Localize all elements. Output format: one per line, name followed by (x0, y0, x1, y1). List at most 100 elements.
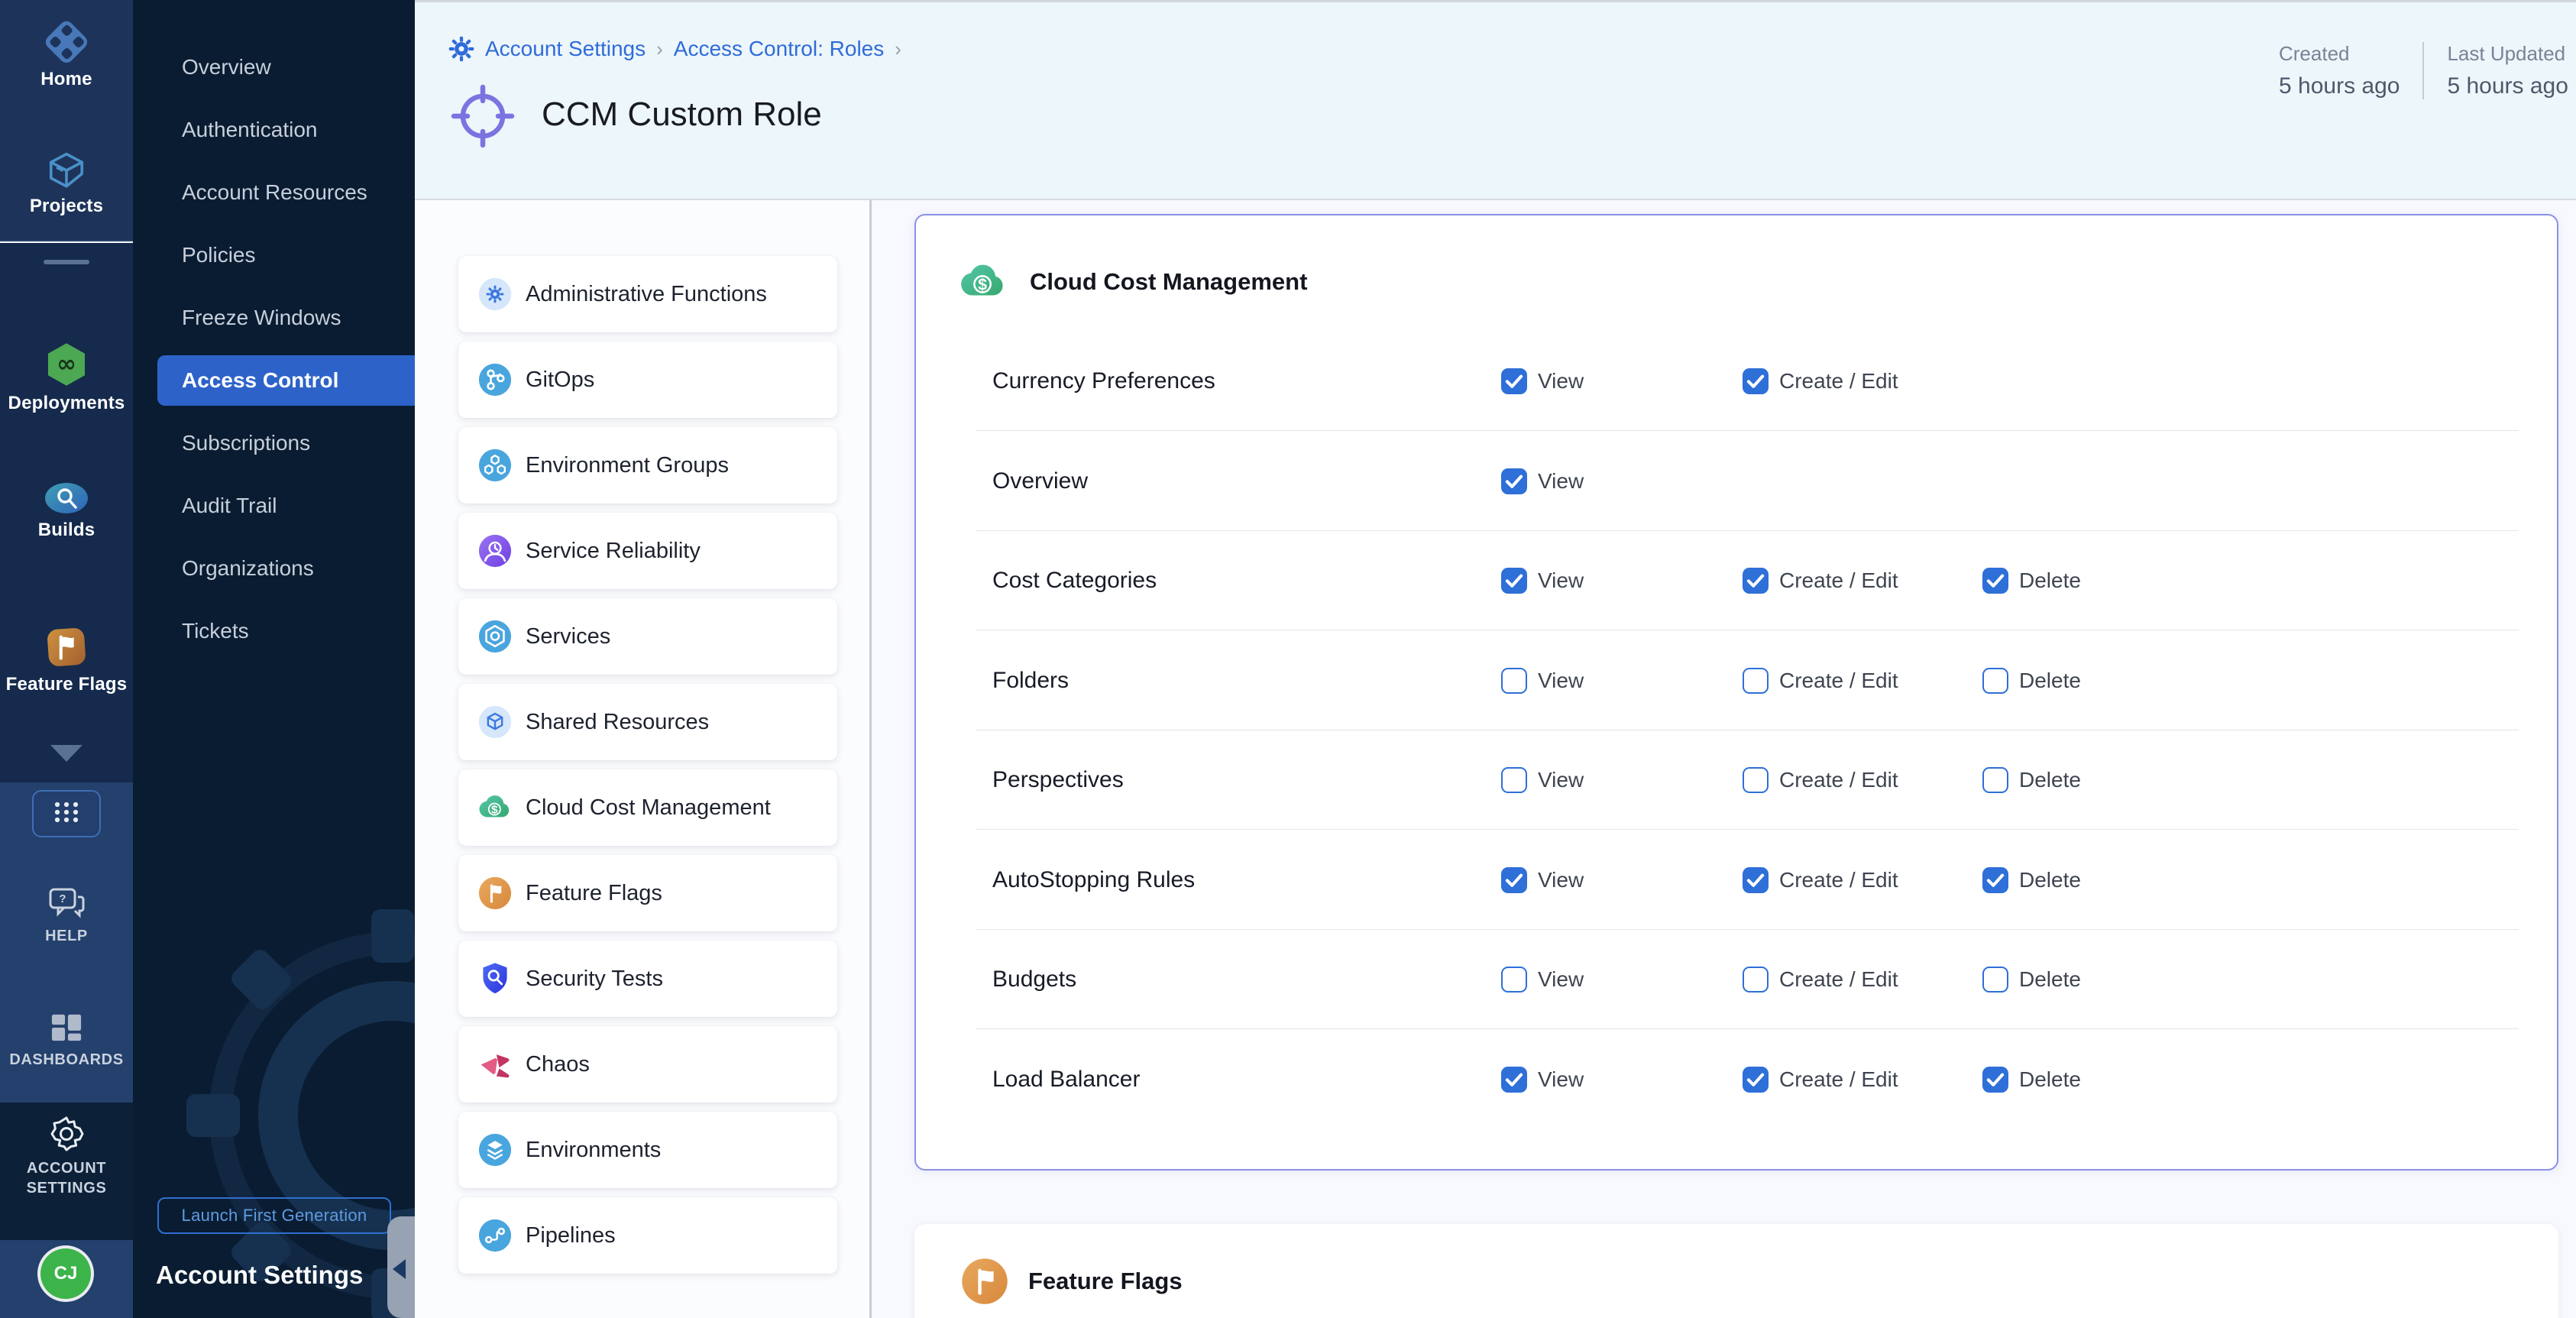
view-permission: View (1501, 568, 1584, 594)
rail-item[interactable]: Feature Flags (0, 625, 133, 695)
delete-permission: Delete (1982, 867, 2081, 893)
delete-checkbox[interactable] (1982, 967, 2008, 993)
resource-category-card[interactable]: Shared Resources (458, 684, 837, 760)
create_edit-checkbox[interactable] (1743, 368, 1769, 394)
create_edit-checkbox[interactable] (1743, 568, 1769, 594)
view-permission: View (1501, 668, 1584, 694)
checkbox-label: View (1538, 469, 1584, 494)
breadcrumb-link-roles[interactable]: Access Control: Roles (674, 37, 884, 61)
resource-category-card[interactable]: Pipelines (458, 1197, 837, 1274)
resource-category-card[interactable]: Administrative Functions (458, 256, 837, 332)
breadcrumb-link-account-settings[interactable]: Account Settings (485, 37, 646, 61)
breadcrumb: Account Settings › Access Control: Roles… (448, 36, 901, 62)
view-checkbox[interactable] (1501, 468, 1527, 494)
permission-row: OverviewView (916, 432, 2560, 531)
last-updated-value: 5 hours ago (2447, 73, 2568, 99)
view-checkbox[interactable] (1501, 967, 1527, 993)
settings-nav: Overview Authentication Account Resource… (133, 36, 415, 662)
chevron-down-icon[interactable] (50, 745, 83, 762)
rail-item[interactable]: Projects (0, 150, 133, 217)
module-grid-button[interactable] (32, 790, 101, 837)
checkbox-label: Delete (2019, 669, 2081, 693)
resource-category-card[interactable]: Environment Groups (458, 427, 837, 504)
view-permission: View (1501, 967, 1584, 993)
services-icon (478, 620, 512, 653)
app-window: Home Projects ∞ Deployments Builds (0, 0, 2576, 1318)
delete-checkbox[interactable] (1982, 767, 2008, 793)
view-checkbox[interactable] (1501, 1067, 1527, 1093)
sidebar-nav-item[interactable]: Authentication (133, 99, 415, 161)
resource-category-card[interactable]: $ Cloud Cost Management (458, 769, 837, 846)
create_edit-checkbox[interactable] (1743, 668, 1769, 694)
cloud-cost-management-icon: $ (478, 791, 512, 824)
delete-checkbox[interactable] (1982, 867, 2008, 893)
settings-sidebar: Overview Authentication Account Resource… (133, 0, 415, 1318)
checkbox-label: Create / Edit (1779, 1067, 1898, 1092)
permission-row: BudgetsViewCreate / EditDelete (916, 930, 2560, 1029)
rail-item[interactable]: DASHBOARDS (0, 1012, 133, 1070)
sidebar-nav-item[interactable]: Access Control (157, 355, 415, 406)
next-panel-header: Feature Flags (961, 1258, 1183, 1305)
rail-item-account-settings[interactable]: ACCOUNT SETTINGS (0, 1116, 133, 1198)
resource-category-card[interactable]: GitOps (458, 342, 837, 418)
permission-row: FoldersViewCreate / EditDelete (916, 631, 2560, 730)
view-permission: View (1501, 368, 1584, 394)
resource-category-card[interactable]: Services (458, 598, 837, 675)
checkbox-label: View (1538, 768, 1584, 792)
view-checkbox[interactable] (1501, 867, 1527, 893)
checkbox-label: Delete (2019, 967, 2081, 992)
resource-category-card[interactable]: Security Tests (458, 941, 837, 1017)
sidebar-nav-item[interactable]: Overview (133, 36, 415, 99)
sidebar-nav-item[interactable]: Tickets (133, 600, 415, 662)
resource-category-card[interactable]: Environments (458, 1112, 837, 1188)
create_edit-checkbox[interactable] (1743, 967, 1769, 993)
delete-checkbox[interactable] (1982, 1067, 2008, 1093)
resource-category-list: Administrative Functions GitOps Environm… (415, 200, 872, 1318)
checkbox-label: Create / Edit (1779, 967, 1898, 992)
sidebar-nav-item[interactable]: Policies (133, 224, 415, 287)
home-icon (44, 20, 89, 64)
module-rail: Home Projects ∞ Deployments Builds (0, 0, 133, 1318)
resource-category-card[interactable]: Feature Flags (458, 855, 837, 931)
checkbox-label: View (1538, 868, 1584, 892)
sidebar-nav-item[interactable]: Account Resources (133, 161, 415, 224)
view-checkbox[interactable] (1501, 767, 1527, 793)
sidebar-nav-item[interactable]: Audit Trail (133, 474, 415, 537)
grid-3x3-icon (47, 797, 86, 831)
sidebar-collapse-handle[interactable] (387, 1216, 415, 1318)
sidebar-nav-item[interactable]: Freeze Windows (133, 287, 415, 349)
sidebar-nav-item[interactable]: Subscriptions (133, 412, 415, 474)
delete-checkbox[interactable] (1982, 568, 2008, 594)
checkbox-label: Create / Edit (1779, 768, 1898, 792)
content-area: Administrative Functions GitOps Environm… (415, 200, 2576, 1318)
meta-divider (2422, 42, 2424, 99)
delete-permission: Delete (1982, 668, 2081, 694)
checkbox-label: Create / Edit (1779, 369, 1898, 393)
rail-item[interactable]: ∞ Deployments (0, 341, 133, 414)
next-permissions-panel[interactable]: Feature Flags (914, 1224, 2558, 1318)
permission-row-label: Currency Preferences (992, 368, 1215, 394)
resource-category-card[interactable]: Chaos (458, 1026, 837, 1103)
created-value: 5 hours ago (2279, 73, 2400, 99)
view-checkbox[interactable] (1501, 368, 1527, 394)
create_edit-checkbox[interactable] (1743, 767, 1769, 793)
rail-item[interactable]: ? HELP (0, 886, 133, 946)
rail-item[interactable]: Home (0, 20, 133, 90)
view-checkbox[interactable] (1501, 568, 1527, 594)
create_edit-checkbox[interactable] (1743, 1067, 1769, 1093)
resource-category-card[interactable]: Service Reliability (458, 513, 837, 589)
meta-info: Created 5 hours ago Last Updated 5 hours… (2279, 42, 2568, 99)
delete-checkbox[interactable] (1982, 668, 2008, 694)
create_edit-checkbox[interactable] (1743, 867, 1769, 893)
launch-first-generation-button[interactable]: Launch First Generation (157, 1197, 391, 1234)
sidebar-nav-item[interactable]: Organizations (133, 537, 415, 600)
create_edit-permission: Create / Edit (1743, 867, 1898, 893)
deployments-icon: ∞ (43, 341, 90, 388)
avatar[interactable]: CJ (40, 1248, 91, 1299)
gear-icon (448, 36, 474, 62)
rail-item[interactable]: Builds (0, 481, 133, 541)
view-checkbox[interactable] (1501, 668, 1527, 694)
svg-text:?: ? (59, 892, 66, 905)
checkbox-label: Delete (2019, 568, 2081, 593)
security-tests-icon (478, 962, 512, 996)
